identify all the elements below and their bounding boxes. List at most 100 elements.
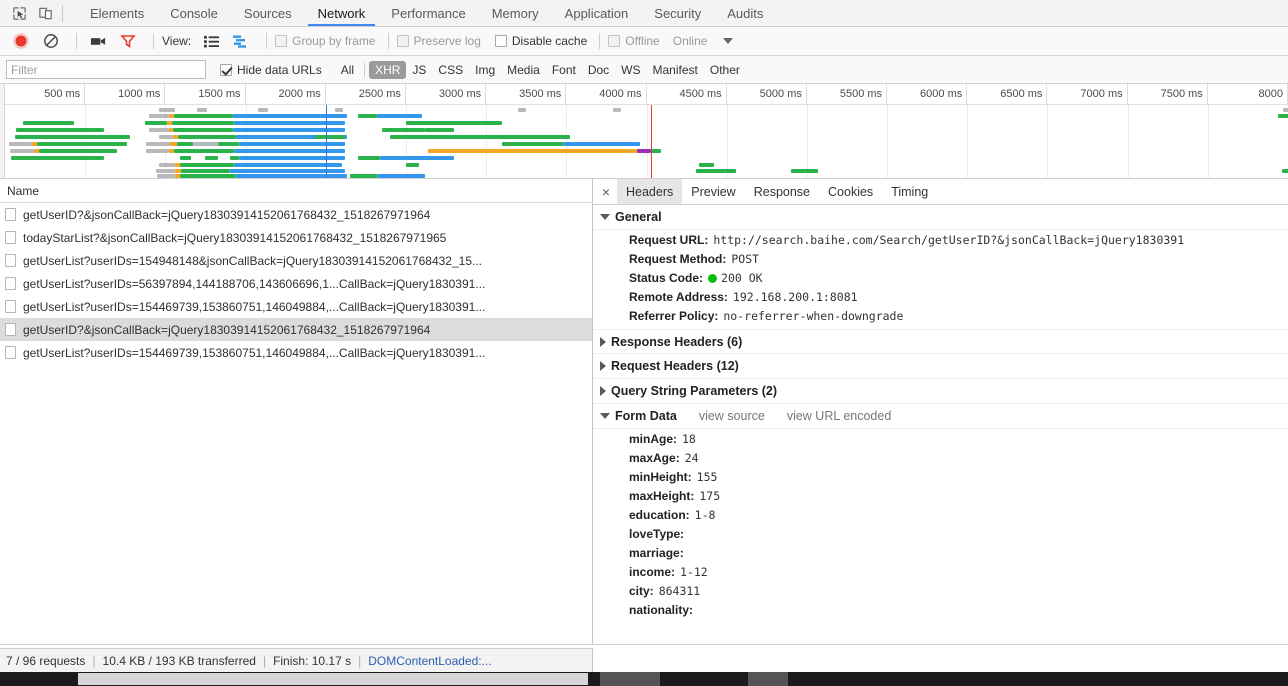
window-bottom-strip (0, 672, 1288, 686)
filter-type-js[interactable]: JS (406, 61, 432, 79)
waterfall-bar (234, 149, 345, 153)
filter-type-css[interactable]: CSS (432, 61, 469, 79)
tab-cookies[interactable]: Cookies (819, 179, 882, 204)
field-key: Request Method: (629, 251, 727, 266)
form-data-row: minHeight: 155 (593, 467, 1288, 486)
filter-type-doc[interactable]: Doc (582, 61, 615, 79)
filter-type-font[interactable]: Font (546, 61, 582, 79)
request-row[interactable]: getUserID?&jsonCallBack=jQuery1830391415… (0, 203, 592, 226)
throttling-value[interactable]: Online (673, 34, 708, 48)
filter-type-ws[interactable]: WS (615, 61, 646, 79)
request-row[interactable]: getUserList?userIDs=154948148&jsonCallBa… (0, 249, 592, 272)
filter-type-manifest[interactable]: Manifest (647, 61, 704, 79)
waterfall-bar (16, 128, 105, 132)
tab-network[interactable]: Network (305, 0, 379, 26)
section-request-headers[interactable]: Request Headers (12) (593, 354, 1288, 379)
waterfall-bar (389, 135, 570, 139)
section-form-data[interactable]: Form Data view source view URL encoded (593, 404, 1288, 429)
field-key: Referrer Policy: (629, 308, 719, 323)
timeline-left-gutter (0, 84, 5, 178)
tab-memory[interactable]: Memory (479, 0, 552, 26)
device-toolbar-icon[interactable] (32, 1, 58, 25)
waterfall-bar (651, 149, 661, 153)
checkbox-box (608, 35, 621, 47)
timeline-tick: 1500 ms (165, 84, 246, 105)
inspect-element-icon[interactable] (6, 1, 32, 25)
field-value: 18 (682, 431, 696, 446)
timeline-waterfall[interactable] (0, 105, 1288, 178)
group-by-frame-checkbox[interactable]: Group by frame (275, 34, 376, 48)
tab-elements[interactable]: Elements (77, 0, 157, 26)
tab-response[interactable]: Response (745, 179, 819, 204)
section-query-string-parameters[interactable]: Query String Parameters (2) (593, 379, 1288, 404)
hide-data-urls-checkbox[interactable]: Hide data URLs (220, 63, 322, 77)
tab-console[interactable]: Console (157, 0, 231, 26)
close-icon[interactable]: × (595, 179, 617, 204)
field-value: POST (731, 251, 760, 266)
tab-audits[interactable]: Audits (714, 0, 776, 26)
view-source-link[interactable]: view source (699, 409, 765, 423)
tab-application[interactable]: Application (552, 0, 642, 26)
request-row[interactable]: getUserList?userIDs=154469739,153860751,… (0, 341, 592, 364)
waterfall-bar (239, 156, 345, 160)
tab-label: Network (317, 5, 366, 21)
document-icon (5, 323, 16, 336)
view-waterfall-icon[interactable] (228, 29, 254, 53)
tab-sources[interactable]: Sources (231, 0, 305, 26)
request-row[interactable]: todayStarList?&jsonCallBack=jQuery183039… (0, 226, 592, 249)
checkbox-box (275, 35, 288, 47)
filter-type-other[interactable]: Other (704, 61, 746, 79)
view-list-icon[interactable] (198, 29, 224, 53)
general-request-url: Request URL: http://search.baihe.com/Sea… (593, 230, 1288, 249)
filter-type-all[interactable]: All (335, 61, 360, 79)
section-response-headers[interactable]: Response Headers (6) (593, 329, 1288, 354)
hide-data-urls-label: Hide data URLs (237, 62, 322, 77)
tab-label: Sources (243, 5, 292, 21)
column-header-name[interactable]: Name (0, 179, 592, 203)
clear-button[interactable] (38, 29, 64, 53)
waterfall-bar (696, 169, 737, 173)
status-transferred: 10.4 KB / 193 KB transferred (102, 653, 256, 668)
waterfall-bar (149, 128, 169, 132)
section-general[interactable]: General (593, 205, 1288, 230)
waterfall-bar (314, 135, 345, 139)
network-overview[interactable]: 500 ms 1000 ms 1500 ms 2000 ms 2500 ms 3000 m… (0, 84, 1288, 179)
status-domcontentloaded[interactable]: DOMContentLoaded:... (368, 654, 491, 668)
waterfall-bar (155, 169, 175, 173)
tab-security[interactable]: Security (641, 0, 714, 26)
request-name: todayStarList?&jsonCallBack=jQuery183039… (23, 230, 447, 245)
toolbar-divider (76, 33, 77, 49)
request-row[interactable]: getUserList?userIDs=56397894,144188706,1… (0, 272, 592, 295)
request-row[interactable]: getUserList?userIDs=154469739,153860751,… (0, 295, 592, 318)
bottom-block-right (748, 672, 788, 686)
disable-cache-checkbox[interactable]: Disable cache (494, 34, 587, 48)
tab-preview[interactable]: Preview (682, 179, 744, 204)
filter-type-xhr[interactable]: XHR (369, 60, 407, 79)
tab-performance[interactable]: Performance (378, 0, 478, 26)
request-list[interactable]: getUserID?&jsonCallBack=jQuery1830391415… (0, 203, 592, 644)
field-key: education: (629, 507, 690, 522)
camera-icon[interactable] (85, 29, 111, 53)
general-request-method: Request Method: POST (593, 249, 1288, 268)
headers-content[interactable]: General Request URL: http://search.baihe… (593, 205, 1288, 644)
filter-type-media[interactable]: Media (501, 61, 546, 79)
timeline-tick: 8000 (1208, 84, 1288, 105)
waterfall-bar (232, 128, 345, 132)
search-input[interactable] (6, 60, 206, 79)
offline-checkbox[interactable]: Offline (608, 34, 660, 48)
tab-headers[interactable]: Headers (617, 179, 683, 204)
document-icon (5, 231, 16, 244)
waterfall-bar (158, 163, 175, 167)
view-url-encoded-link[interactable]: view URL encoded (787, 409, 891, 423)
preserve-log-checkbox[interactable]: Preserve log (396, 34, 481, 48)
tab-timing[interactable]: Timing (882, 179, 937, 204)
funnel-icon[interactable] (115, 29, 141, 53)
toolbar-divider (387, 33, 389, 49)
horizontal-scrollbar-thumb[interactable] (78, 673, 588, 685)
request-row[interactable]: getUserID?&jsonCallBack=jQuery1830391415… (0, 318, 592, 341)
waterfall-bar (377, 174, 426, 178)
section-title: Response Headers (6) (611, 334, 743, 349)
record-button[interactable] (8, 29, 34, 53)
filter-type-img[interactable]: Img (469, 61, 501, 79)
chevron-down-icon[interactable] (723, 38, 734, 44)
